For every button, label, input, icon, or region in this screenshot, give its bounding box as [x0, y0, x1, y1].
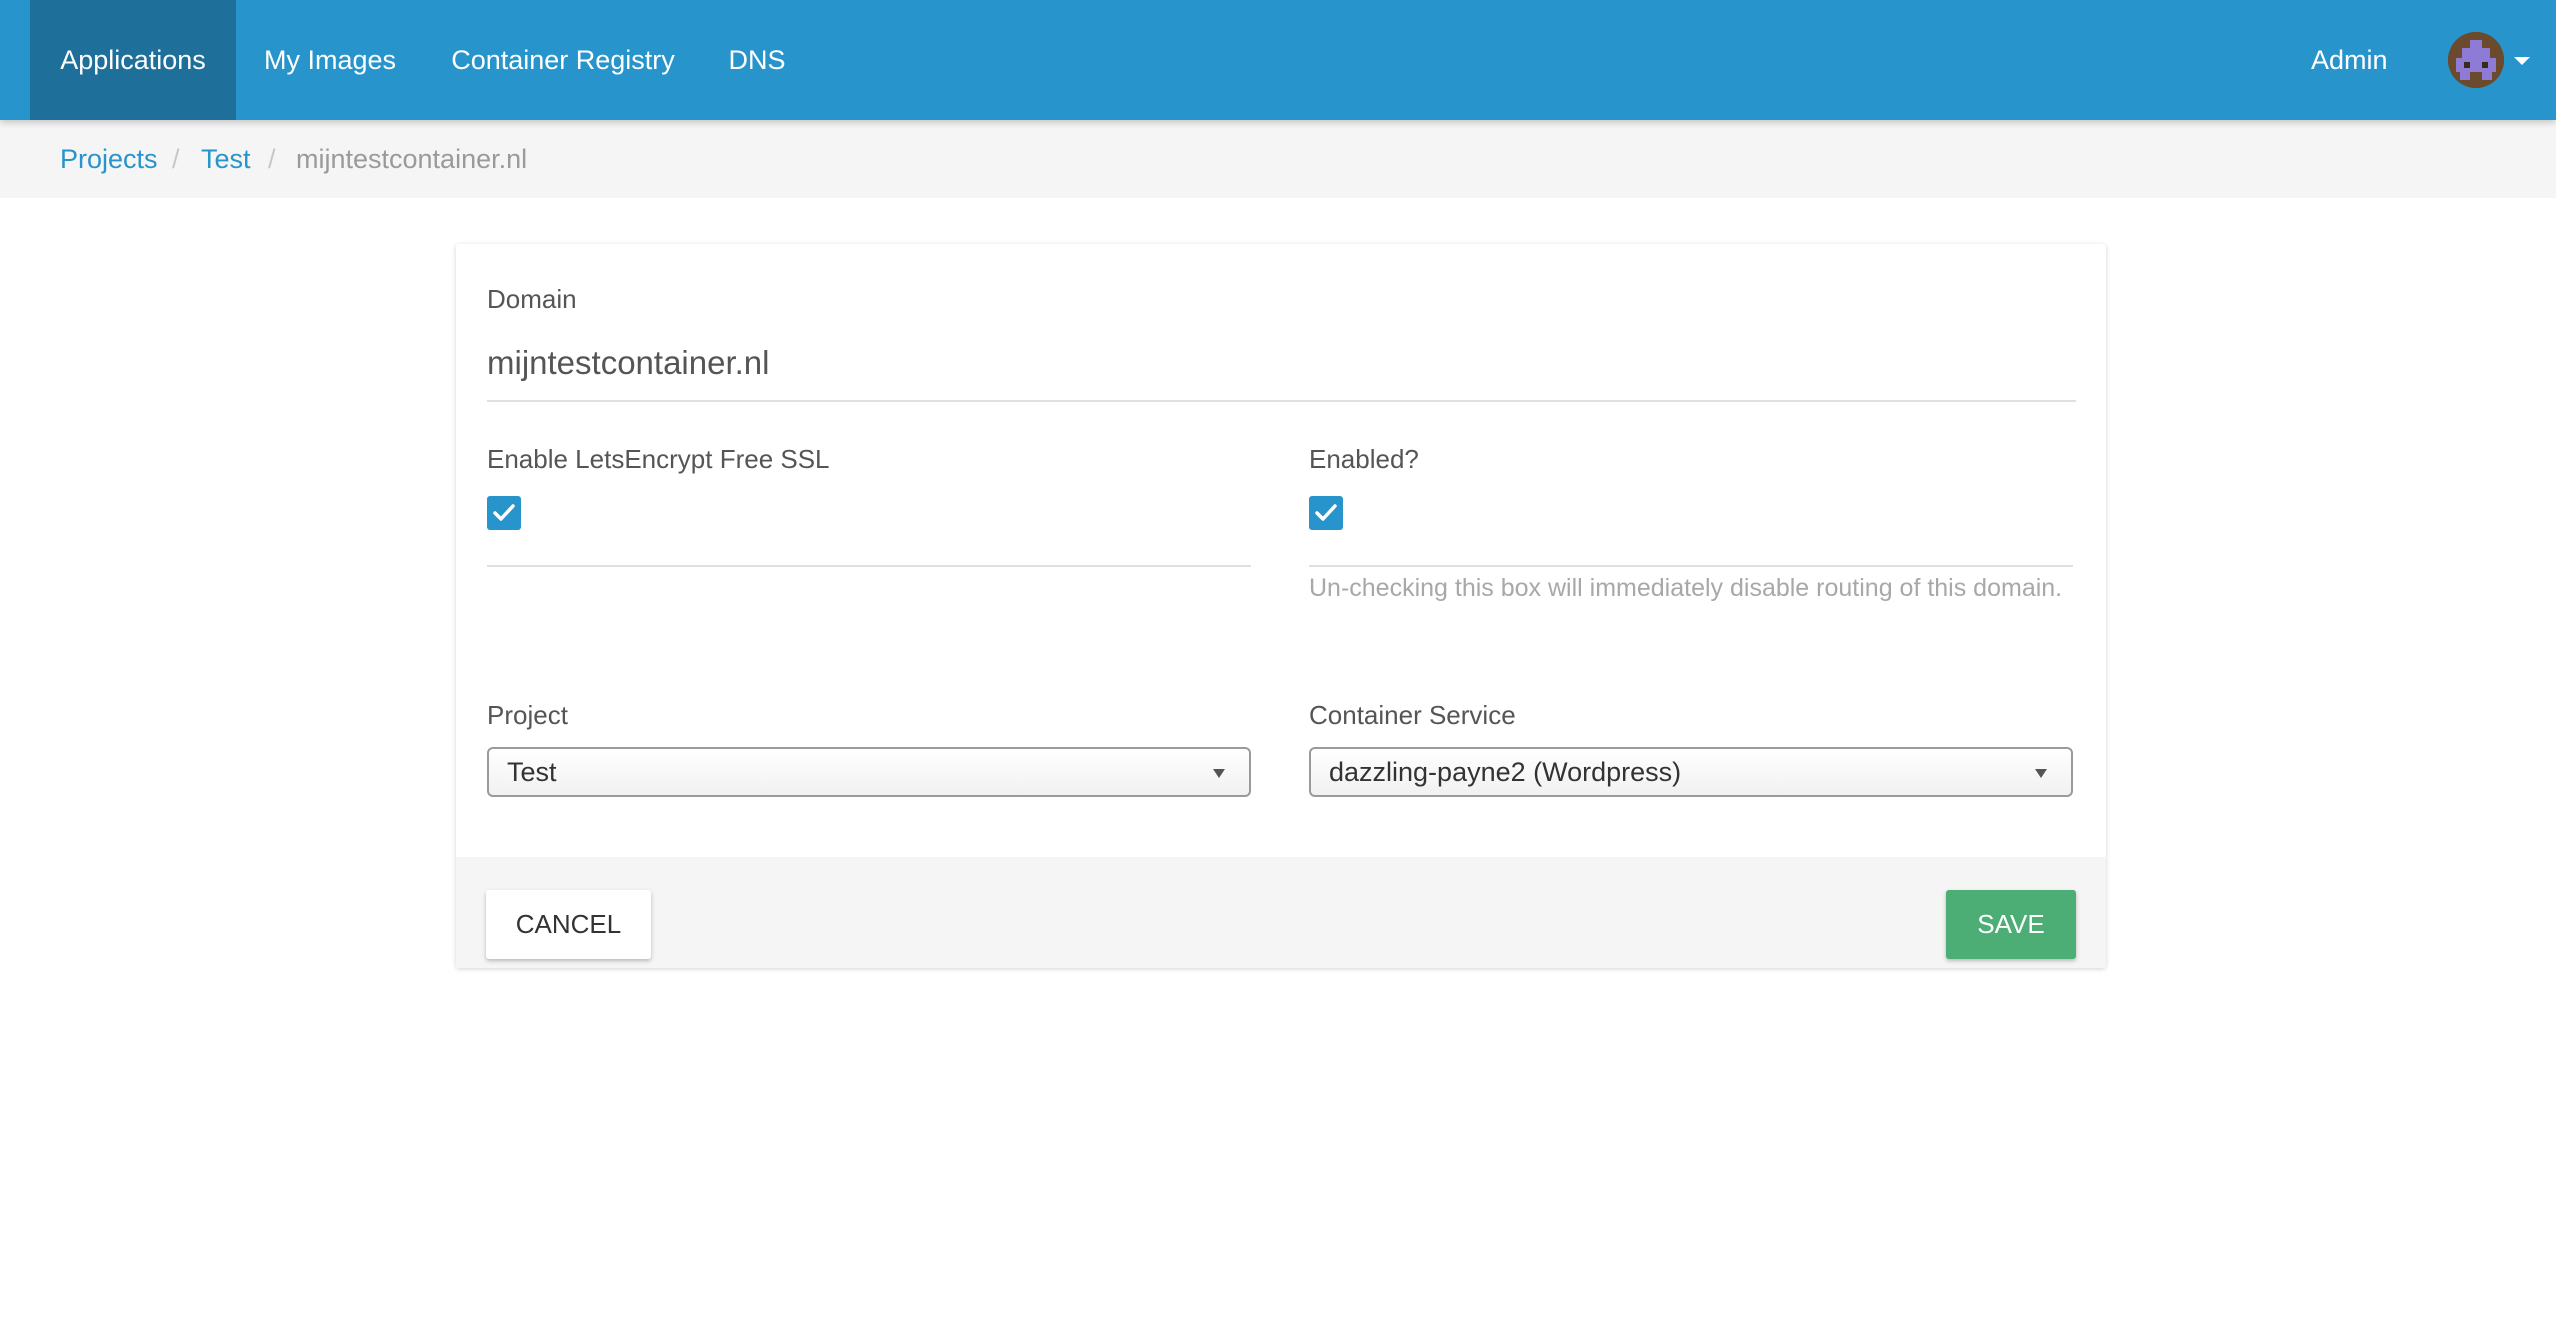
cancel-button[interactable]: CANCEL: [486, 890, 651, 959]
breadcrumb-test[interactable]: Test: [201, 120, 251, 198]
domain-form-card: Domain mijntestcontainer.nl Enable LetsE…: [456, 244, 2106, 968]
form-actions: CANCEL SAVE: [456, 857, 2106, 968]
ssl-underline: [487, 565, 1251, 567]
breadcrumb-separator: /: [268, 143, 276, 174]
top-navbar: Applications My Images Container Registr…: [0, 0, 2556, 120]
container-service-label: Container Service: [1309, 700, 1516, 730]
checkmark-icon: [493, 504, 515, 521]
project-select[interactable]: Test: [487, 747, 1251, 797]
domain-field[interactable]: mijntestcontainer.nl: [487, 344, 769, 382]
domain-label: Domain: [487, 284, 577, 314]
checkmark-icon: [1315, 504, 1337, 521]
enabled-help-text: Un-checking this box will immediately di…: [1309, 574, 2063, 602]
domain-field-underline: [487, 400, 2076, 402]
breadcrumb-projects[interactable]: Projects: [60, 120, 158, 198]
enabled-checkbox[interactable]: [1309, 496, 1343, 530]
project-select-value: Test: [507, 756, 557, 787]
user-avatar-icon[interactable]: [2448, 32, 2504, 88]
enabled-label: Enabled?: [1309, 444, 1419, 474]
dropdown-arrow-icon: [1213, 769, 1225, 778]
breadcrumb: Projects / Test / mijntestcontainer.nl: [0, 120, 2556, 198]
ssl-checkbox[interactable]: [487, 496, 521, 530]
admin-link[interactable]: Admin: [2311, 0, 2388, 120]
save-button[interactable]: SAVE: [1946, 890, 2076, 959]
ssl-label: Enable LetsEncrypt Free SSL: [487, 444, 830, 474]
container-service-select-value: dazzling-payne2 (Wordpress): [1329, 756, 1682, 787]
caret-down-icon[interactable]: [2514, 57, 2530, 65]
breadcrumb-separator: /: [172, 143, 180, 174]
nav-item-my-images[interactable]: My Images: [236, 0, 424, 120]
breadcrumb-current: mijntestcontainer.nl: [296, 143, 528, 174]
container-service-select[interactable]: dazzling-payne2 (Wordpress): [1309, 747, 2073, 797]
nav-item-applications[interactable]: Applications: [30, 0, 236, 120]
nav-item-container-registry[interactable]: Container Registry: [424, 0, 702, 120]
nav-item-dns[interactable]: DNS: [702, 0, 812, 120]
project-label: Project: [487, 700, 568, 730]
dropdown-arrow-icon: [2035, 769, 2047, 778]
